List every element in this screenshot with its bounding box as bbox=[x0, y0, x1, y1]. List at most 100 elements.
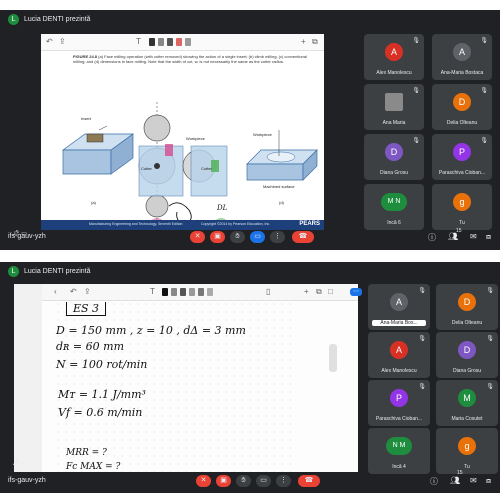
label-d: (d) bbox=[279, 200, 284, 205]
chat-icon[interactable]: ✉︎ bbox=[470, 232, 477, 241]
undo-icon[interactable]: ↶ bbox=[70, 287, 77, 297]
mic-off-icon: 🎙︎ bbox=[486, 384, 494, 390]
people-count: 15 bbox=[456, 228, 462, 234]
undo-icon[interactable]: ↶ bbox=[46, 37, 53, 47]
mic-off-icon: 🎙︎ bbox=[486, 336, 494, 342]
hand-icon[interactable]: ✋︎ bbox=[230, 231, 245, 243]
people-icon[interactable]: 👥︎ bbox=[450, 476, 460, 485]
meet-screenshot-2: L Lucia DENTI prezintă ‹ ↶ ⇪ T ▯ + ⧉ □ E… bbox=[0, 262, 500, 493]
mic-off-icon: 🎙︎ bbox=[480, 38, 488, 44]
marker-icon[interactable] bbox=[198, 288, 204, 296]
mic-off-icon: 🎙︎ bbox=[418, 384, 426, 390]
tile-diana-grosu[interactable]: D Diana Grosu 🎙︎ bbox=[364, 134, 424, 180]
pen-grey-icon[interactable] bbox=[158, 38, 164, 46]
more-icon[interactable]: ⋮ bbox=[276, 475, 291, 487]
camera-off-icon[interactable]: ▣ bbox=[216, 475, 231, 487]
page-list-icon[interactable]: ⧉ bbox=[312, 37, 318, 47]
tile-delia-olteanu[interactable]: D Delia Olteanu 🎙︎ bbox=[432, 84, 492, 130]
avatar: D bbox=[453, 93, 471, 111]
close-icon[interactable]: □ bbox=[328, 287, 333, 297]
back-icon[interactable]: ‹ bbox=[54, 287, 57, 297]
mic-off-icon[interactable]: ✕ bbox=[190, 231, 205, 243]
activities-icon[interactable]: ⧈ bbox=[486, 476, 491, 486]
avatar: A bbox=[385, 43, 403, 61]
present-icon[interactable]: ▭ bbox=[250, 231, 265, 243]
pen-black-icon[interactable] bbox=[162, 288, 168, 296]
camera-off-icon[interactable]: ▣ bbox=[210, 231, 225, 243]
hangup-icon[interactable]: ☎︎ bbox=[292, 231, 314, 243]
eraser-icon[interactable] bbox=[185, 38, 191, 46]
tile-maria-cosutet[interactable]: M Maria Cosutet 🎙︎ bbox=[436, 380, 498, 426]
pen-dark-icon[interactable] bbox=[180, 288, 186, 296]
participant-photo bbox=[385, 93, 403, 111]
call-controls: ifs-gauv-yzh ✕ ▣ ✋︎ ▭ ⋮ ☎︎ ⓘ 👥︎ 15 ✉︎ ⧈ bbox=[0, 226, 500, 250]
scrollbar[interactable] bbox=[329, 344, 337, 372]
participant-name: Diana Grosu bbox=[452, 368, 482, 374]
tile-diana-grosu[interactable]: D Diana Grosu 🎙︎ bbox=[436, 332, 498, 378]
share-icon[interactable]: ⇪ bbox=[59, 37, 66, 47]
label-machined-surface: Machined surface bbox=[263, 184, 295, 189]
tile-self[interactable]: g Tu bbox=[436, 428, 498, 474]
shared-screen: ↶ ⇪ T + ⧉ FIGURE 24.8 (a) Face milling o… bbox=[41, 34, 324, 230]
note-line-4: Mᴛ = 1.1 J/mm³ bbox=[58, 388, 146, 401]
tile-delia-olteanu[interactable]: D Delia Olteanu 🎙︎ bbox=[436, 284, 498, 330]
participant-name: Diana Grosu bbox=[379, 170, 409, 176]
mic-off-icon[interactable]: ✕ bbox=[196, 475, 211, 487]
tile-paraschiva-cioban[interactable]: P Paraschiva Cioban... 🎙︎ bbox=[368, 380, 430, 426]
avatar: D bbox=[458, 293, 476, 311]
tile-self[interactable]: g Tu bbox=[432, 184, 492, 230]
share-icon[interactable]: ⇪ bbox=[84, 287, 91, 297]
page-list-icon[interactable]: ⧉ bbox=[316, 287, 322, 297]
activities-icon[interactable]: ⧈ bbox=[486, 232, 491, 242]
add-page-icon[interactable]: + bbox=[301, 37, 306, 47]
page-icon[interactable]: ▯ bbox=[266, 287, 270, 297]
pen-black-icon[interactable] bbox=[149, 38, 155, 46]
hand-icon[interactable]: ✋︎ bbox=[236, 475, 251, 487]
info-icon[interactable]: ⓘ bbox=[430, 476, 438, 487]
tile-ana-maria[interactable]: Ana Maria 🎙︎ bbox=[364, 84, 424, 130]
more-icon[interactable]: ⋮ bbox=[270, 231, 285, 243]
note-line-5: Vf = 0.6 m/min bbox=[58, 406, 143, 419]
presenter-avatar: L bbox=[8, 266, 19, 277]
hangup-icon[interactable]: ☎︎ bbox=[298, 475, 320, 487]
meet-screenshot-1: L Lucia DENTI prezintă ↶ ⇪ T + ⧉ FIGURE … bbox=[0, 10, 500, 250]
mic-off-icon: 🎙︎ bbox=[418, 288, 426, 294]
add-page-icon[interactable]: + bbox=[304, 287, 309, 297]
avatar: g bbox=[458, 437, 476, 455]
avatar: A bbox=[390, 293, 408, 311]
tile-ana-maria-bostaca[interactable]: A Ana-Maria Bos... 🎙︎ bbox=[368, 284, 430, 330]
avatar: P bbox=[390, 389, 408, 407]
pin-icon[interactable]: 📌︎ ▭ bbox=[12, 459, 27, 466]
tile-alex-manolescu[interactable]: A Alex Manolescu 🎙︎ bbox=[368, 332, 430, 378]
text-tool-icon[interactable]: T bbox=[136, 37, 141, 47]
eraser-icon[interactable] bbox=[207, 288, 213, 296]
participant-name: Ana-Maria Bostaca bbox=[440, 70, 484, 76]
participant-name: Ana Maria bbox=[382, 120, 406, 126]
avatar-group: N M bbox=[386, 437, 412, 455]
tile-alex-manolescu[interactable]: A Alex Manolescu 🎙︎ bbox=[364, 34, 424, 80]
text-tool-icon[interactable]: T bbox=[150, 287, 155, 297]
pen-dark-icon[interactable] bbox=[167, 38, 173, 46]
info-icon[interactable]: ⓘ bbox=[428, 232, 436, 243]
viewer-toolbar: ↶ ⇪ T + ⧉ bbox=[41, 34, 324, 51]
highlighter-icon[interactable] bbox=[189, 288, 195, 296]
pen-grey-icon[interactable] bbox=[171, 288, 177, 296]
presenter-label: Lucia DENTI prezintă bbox=[24, 268, 91, 275]
participant-name: Delia Olteanu bbox=[451, 320, 483, 326]
tile-more-participants[interactable]: N M Încă 4 bbox=[368, 428, 430, 474]
mic-off-icon: 🎙︎ bbox=[412, 38, 420, 44]
label-cutter-c: Cutter bbox=[201, 166, 212, 171]
highlighter-icon[interactable] bbox=[176, 38, 182, 46]
note-line-6: MRR = ? bbox=[66, 448, 107, 458]
tile-more-participants[interactable]: M N Încă 6 bbox=[364, 184, 424, 230]
present-icon[interactable]: ▭ bbox=[256, 475, 271, 487]
participant-name: Delia Olteanu bbox=[446, 120, 478, 126]
exercise-title: ES 3 bbox=[66, 302, 107, 316]
chat-icon[interactable]: ✉︎ bbox=[470, 476, 477, 485]
tile-ana-maria-bostaca[interactable]: A Ana-Maria Bostaca 🎙︎ bbox=[432, 34, 492, 80]
presenter-bar: L Lucia DENTI prezintă bbox=[0, 262, 500, 280]
more-options-icon[interactable]: ⋯ bbox=[350, 288, 362, 296]
avatar: D bbox=[458, 341, 476, 359]
label-cutter-b: Cutter bbox=[141, 166, 152, 171]
tile-paraschiva-cioban[interactable]: P Paraschiva Cioban... 🎙︎ bbox=[432, 134, 492, 180]
